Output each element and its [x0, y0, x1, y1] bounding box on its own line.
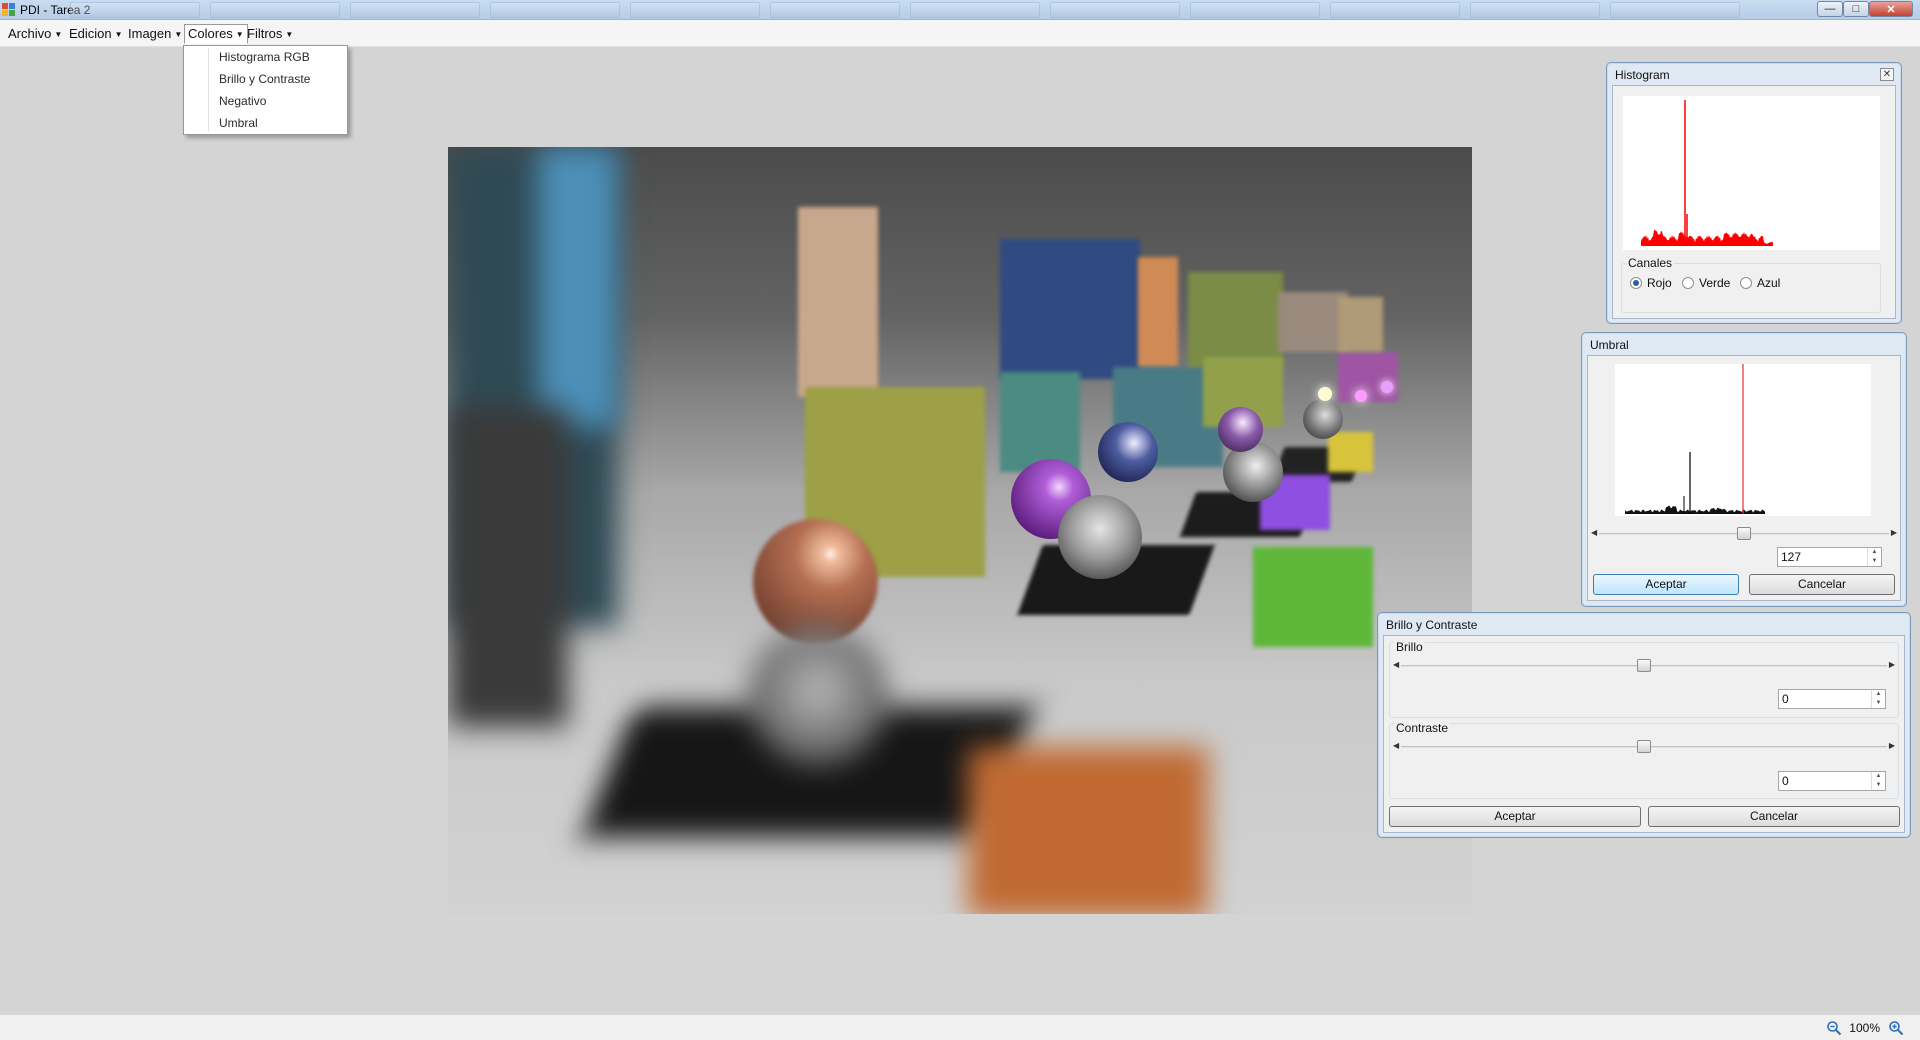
umbral-histogram-area [1625, 505, 1765, 514]
contraste-slider[interactable]: ◀ ▶ [1393, 740, 1895, 753]
menu-colores-label: Colores [188, 26, 233, 41]
brillo-client: Brillo ◀ ▶ 0 ▲ ▼ Contraste ◀ ▶ 0 ▲ ▼ Ace… [1383, 635, 1905, 833]
contraste-groupbox: Contraste ◀ ▶ 0 ▲ ▼ [1389, 721, 1899, 799]
maximize-button[interactable]: □ [1843, 1, 1869, 17]
radio-unselected-icon [1682, 277, 1694, 289]
umbral-slider-thumb[interactable] [1737, 527, 1751, 540]
histogram-window-title: Histogram [1615, 68, 1670, 82]
brillo-groupbox: Brillo ◀ ▶ 0 ▲ ▼ [1389, 640, 1899, 718]
umbral-slider[interactable]: ◀ ▶ [1591, 527, 1897, 540]
app-icon [2, 3, 16, 17]
arrow-right-icon: ▶ [1890, 528, 1897, 537]
chevron-down-icon: ▼ [114, 30, 123, 39]
chevron-down-icon: ▼ [174, 30, 183, 39]
menu-edicion[interactable]: Edicion ▼ [65, 24, 127, 44]
radio-rojo[interactable]: Rojo [1630, 276, 1672, 290]
umbral-histogram-chart [1625, 364, 1765, 514]
channels-label: Canales [1626, 256, 1675, 270]
radio-rojo-label: Rojo [1647, 276, 1672, 290]
colores-dropdown: Histograma RGB Brillo y Contraste Negati… [183, 45, 348, 135]
menu-colores[interactable]: Colores ▼ [184, 24, 248, 44]
arrow-right-icon: ▶ [1888, 660, 1895, 669]
menu-archivo[interactable]: Archivo ▼ [4, 24, 66, 44]
menu-imagen[interactable]: Imagen ▼ [124, 24, 186, 44]
title-bar: PDI - Tarea 2 — □ ✕ [0, 0, 1920, 20]
radio-verde-label: Verde [1699, 276, 1731, 290]
contraste-label: Contraste [1394, 721, 1451, 735]
arrow-right-icon: ▶ [1888, 741, 1895, 750]
radio-unselected-icon [1740, 277, 1752, 289]
brillo-label: Brillo [1394, 640, 1425, 654]
brillo-slider-thumb[interactable] [1637, 659, 1651, 672]
spinner-arrows-icon[interactable]: ▲ ▼ [1867, 548, 1881, 566]
brillo-value-input[interactable]: 0 ▲ ▼ [1778, 689, 1886, 709]
menu-imagen-label: Imagen [128, 26, 172, 41]
zoom-out-icon[interactable] [1826, 1020, 1842, 1036]
status-bar: 100% [0, 1014, 1920, 1040]
umbral-plot [1615, 364, 1871, 516]
menu-edicion-label: Edicion [69, 26, 112, 41]
zoom-level: 100% [1849, 1021, 1880, 1035]
umbral-window-title: Umbral [1590, 338, 1629, 352]
umbral-cancel-button[interactable]: Cancelar [1749, 574, 1895, 595]
menu-filtros-label: Filtros [247, 26, 283, 41]
arrow-left-icon: ◀ [1591, 528, 1598, 537]
contraste-slider-thumb[interactable] [1637, 740, 1651, 753]
arrow-left-icon: ◀ [1393, 741, 1400, 750]
menu-filtros[interactable]: Filtros ▼ [243, 24, 297, 44]
spinner-arrows-icon[interactable]: ▲ ▼ [1871, 772, 1885, 790]
histogram-chart [1641, 100, 1773, 246]
contraste-value: 0 [1782, 774, 1789, 788]
menuitem-brillo-contraste[interactable]: Brillo y Contraste [219, 69, 310, 89]
menu-bar: Archivo ▼ Edicion ▼ Imagen ▼ Colores ▼ Filtr… [0, 20, 1920, 47]
chevron-down-icon: ▼ [54, 30, 63, 39]
menuitem-umbral[interactable]: Umbral [219, 113, 258, 133]
zoom-in-icon[interactable] [1888, 1020, 1904, 1036]
close-icon[interactable]: ✕ [1880, 68, 1894, 81]
spinner-arrows-icon[interactable]: ▲ ▼ [1871, 690, 1885, 708]
minimize-button[interactable]: — [1817, 1, 1843, 17]
brillo-contraste-window: Brillo y Contraste Brillo ◀ ▶ 0 ▲ ▼ Contr… [1377, 612, 1911, 838]
brillo-window-title: Brillo y Contraste [1386, 618, 1478, 632]
close-button[interactable]: ✕ [1869, 1, 1913, 17]
umbral-window: Umbral ◀ ▶ 127 ▲ ▼ Aceptar Cancelar [1581, 332, 1907, 607]
umbral-value-input[interactable]: 127 ▲ ▼ [1777, 547, 1882, 567]
arrow-left-icon: ◀ [1393, 660, 1400, 669]
menuitem-negativo[interactable]: Negativo [219, 91, 266, 111]
brillo-slider[interactable]: ◀ ▶ [1393, 659, 1895, 672]
histogram-client: Canales Rojo Verde Azul [1612, 85, 1896, 319]
contraste-value-input[interactable]: 0 ▲ ▼ [1778, 771, 1886, 791]
main-image-canvas[interactable] [448, 147, 1472, 914]
menu-archivo-label: Archivo [8, 26, 52, 41]
menuitem-histograma-rgb[interactable]: Histograma RGB [219, 47, 310, 67]
radio-verde[interactable]: Verde [1682, 276, 1730, 290]
histogram-plot [1623, 96, 1880, 250]
histogram-area [1641, 229, 1773, 246]
chevron-down-icon: ▼ [285, 30, 294, 39]
channels-groupbox: Canales Rojo Verde Azul [1621, 256, 1881, 313]
background-taskbar-tabs [70, 2, 1800, 18]
umbral-value: 127 [1781, 550, 1802, 564]
radio-selected-icon [1630, 277, 1642, 289]
brillo-cancel-button[interactable]: Cancelar [1648, 806, 1900, 827]
histogram-window: Histogram ✕ Canales Rojo Verde Azul [1606, 62, 1902, 324]
brillo-value: 0 [1782, 692, 1789, 706]
brillo-accept-button[interactable]: Aceptar [1389, 806, 1641, 827]
radio-azul-label: Azul [1757, 276, 1781, 290]
umbral-client: ◀ ▶ 127 ▲ ▼ Aceptar Cancelar [1587, 355, 1901, 601]
radio-azul[interactable]: Azul [1740, 276, 1780, 290]
umbral-accept-button[interactable]: Aceptar [1593, 574, 1739, 595]
